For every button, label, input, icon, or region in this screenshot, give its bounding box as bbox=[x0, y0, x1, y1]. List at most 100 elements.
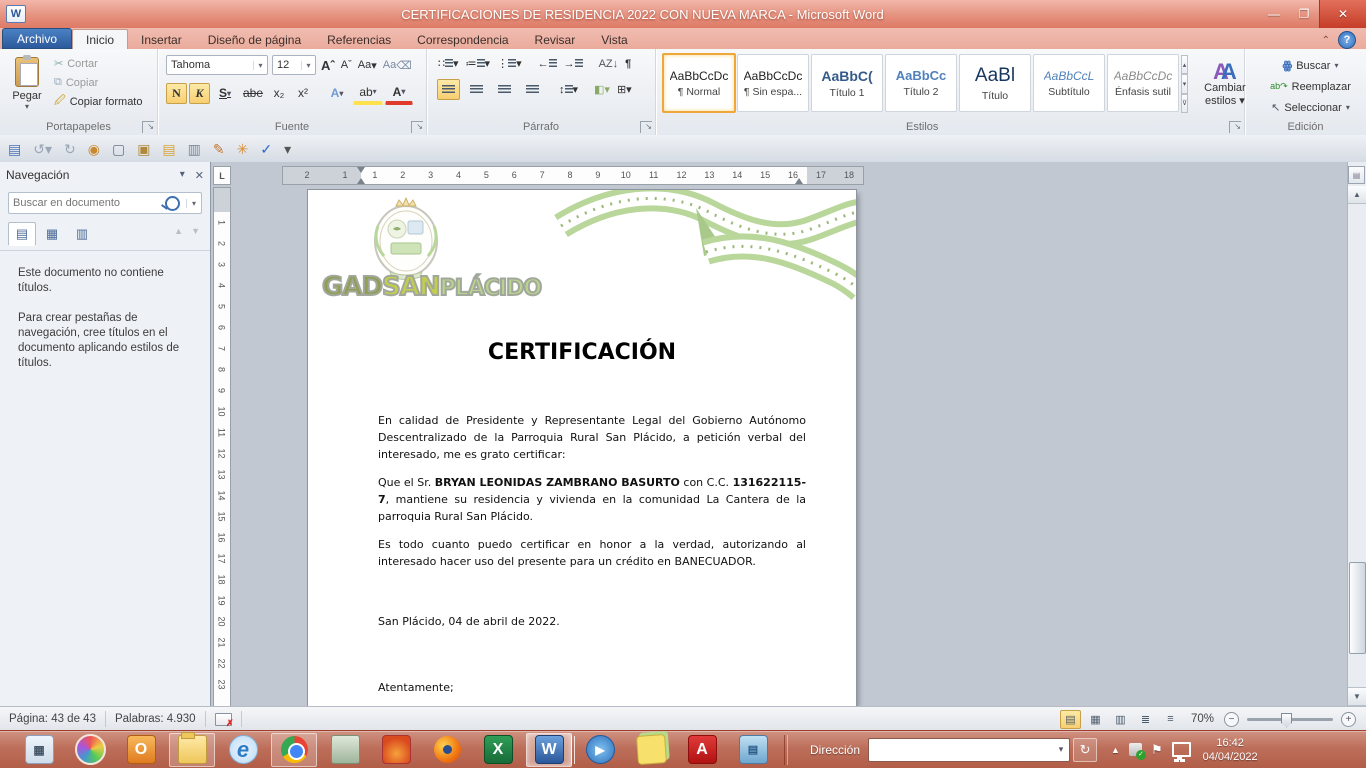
fullscreen-reading-view-button[interactable]: ▦ bbox=[1085, 710, 1106, 729]
ribbon-tab[interactable]: Referencias bbox=[314, 30, 404, 49]
save-button[interactable]: ▤ bbox=[8, 141, 21, 157]
multilevel-list-button[interactable]: ⋮▾ bbox=[496, 56, 523, 71]
bullets-button[interactable]: ∷▾ bbox=[437, 56, 460, 71]
usb-device-icon[interactable] bbox=[1129, 743, 1142, 756]
ribbon-tab[interactable]: Revisar bbox=[522, 30, 589, 49]
ruler-toggle-button[interactable]: ▤ bbox=[1348, 166, 1365, 184]
browse-results-tab[interactable]: ▥ bbox=[68, 222, 96, 246]
superscript-button[interactable]: x² bbox=[292, 83, 314, 104]
align-left-button[interactable] bbox=[437, 79, 460, 100]
excel-icon[interactable]: X bbox=[475, 733, 521, 767]
numbering-button[interactable]: ≔▾ bbox=[465, 56, 492, 71]
firefox-icon[interactable] bbox=[424, 733, 470, 767]
ribbon-tab[interactable]: Correspondencia bbox=[404, 30, 521, 49]
paint-icon[interactable] bbox=[67, 733, 113, 767]
change-case-button[interactable]: Aa▾ bbox=[357, 58, 378, 73]
scroll-down-icon[interactable]: ▼ bbox=[1348, 687, 1366, 706]
chrome-icon[interactable] bbox=[271, 733, 317, 767]
ribbon-tab[interactable]: Diseño de página bbox=[195, 30, 314, 49]
decrease-indent-button[interactable]: ← bbox=[537, 57, 558, 71]
open-button[interactable]: ▤ bbox=[162, 141, 175, 157]
style-subtitulo[interactable]: AaBbCcL Subtítulo bbox=[1033, 54, 1105, 112]
justify-button[interactable] bbox=[521, 79, 544, 100]
attach-file-button[interactable]: ▣ bbox=[137, 141, 150, 157]
browse-pages-tab[interactable]: ▦ bbox=[38, 222, 66, 246]
action-center-flag-icon[interactable]: ⚑ bbox=[1151, 742, 1163, 758]
style-enfasis-sutil[interactable]: AaBbCcDc Énfasis sutil bbox=[1107, 54, 1179, 112]
scrollbar-thumb[interactable] bbox=[1349, 562, 1366, 654]
spelling-grammar-button[interactable]: ✓ bbox=[260, 141, 272, 157]
shading-button[interactable]: ◧▾ bbox=[593, 82, 611, 97]
zoom-slider[interactable] bbox=[1247, 718, 1333, 721]
align-right-button[interactable] bbox=[493, 79, 516, 100]
new-document-button[interactable]: ▢ bbox=[112, 141, 125, 157]
styles-gallery-expand[interactable]: ⊽ bbox=[1181, 94, 1188, 113]
restore-button[interactable]: ❐ bbox=[1289, 0, 1319, 28]
copy-button[interactable]: ⧉Copiar bbox=[50, 73, 147, 92]
select-button[interactable]: ↖Seleccionar ▾ bbox=[1255, 97, 1366, 118]
red-a-app-icon[interactable]: A bbox=[679, 733, 725, 767]
right-indent-marker[interactable] bbox=[795, 178, 803, 184]
minimize-button[interactable]: — bbox=[1259, 0, 1289, 28]
highlight-color-button[interactable]: ab▾ bbox=[353, 81, 383, 105]
draft-view-button[interactable]: ≡ bbox=[1160, 710, 1181, 729]
font-color-button[interactable]: A▾ bbox=[385, 81, 413, 105]
italic-button[interactable]: K bbox=[189, 83, 210, 104]
style-titulo-1[interactable]: AaBbC( Título 1 bbox=[811, 54, 883, 112]
word-icon[interactable]: W bbox=[526, 733, 572, 767]
redo-button[interactable]: ↻ bbox=[64, 141, 76, 157]
font-family-combo[interactable]: Tahoma▾ bbox=[166, 55, 268, 75]
zoom-out-button[interactable]: − bbox=[1224, 712, 1239, 727]
document-body[interactable]: En calidad de Presidente y Representante… bbox=[378, 412, 806, 706]
web-layout-view-button[interactable]: ▥ bbox=[1110, 710, 1131, 729]
file-explorer-icon[interactable] bbox=[169, 733, 215, 767]
outline-view-button[interactable]: ≣ bbox=[1135, 710, 1156, 729]
address-input[interactable] bbox=[869, 744, 1053, 756]
horizontal-ruler[interactable]: 21 12345678910111213141516 1718 bbox=[282, 166, 864, 185]
close-button[interactable]: ✕ bbox=[1319, 0, 1366, 28]
ribbon-tab[interactable]: Vista bbox=[588, 30, 640, 49]
taskbar-clock[interactable]: 16:42 04/04/2022 bbox=[1203, 736, 1258, 764]
spell-check-status[interactable] bbox=[206, 711, 242, 727]
replace-button[interactable]: ab↷Reemplazar bbox=[1255, 76, 1366, 97]
document-search-box[interactable]: ▾ bbox=[8, 192, 202, 214]
paragraph-dialog-launcher[interactable]: ↘ bbox=[640, 121, 652, 133]
media-player-icon[interactable]: ▶ bbox=[577, 733, 623, 767]
word-count-indicator[interactable]: Palabras: 4.930 bbox=[106, 711, 206, 727]
line-spacing-button[interactable]: ↕▾ bbox=[558, 82, 579, 97]
browse-headings-tab[interactable]: ▤ bbox=[8, 222, 36, 246]
scroll-up-icon[interactable]: ▲ bbox=[1348, 186, 1366, 204]
print-preview-button[interactable]: ◉ bbox=[88, 141, 100, 157]
collapse-ribbon-icon[interactable]: ⌃ bbox=[1322, 35, 1330, 46]
print-layout-view-button[interactable]: ▤ bbox=[1060, 710, 1081, 729]
qat-more-button[interactable]: ▾ bbox=[284, 141, 291, 157]
search-icon[interactable] bbox=[165, 196, 180, 211]
show-marks-button[interactable]: ¶ bbox=[624, 57, 632, 71]
print-button[interactable]: ▥ bbox=[188, 141, 201, 157]
calculator-icon[interactable]: ▦ bbox=[16, 733, 62, 767]
borders-button[interactable]: ⊞▾ bbox=[616, 82, 633, 97]
font-dialog-launcher[interactable]: ↘ bbox=[411, 121, 423, 133]
zoom-in-button[interactable]: + bbox=[1341, 712, 1356, 727]
ribbon-tab[interactable]: Insertar bbox=[128, 30, 195, 49]
styles-scroll-up[interactable]: ▴ bbox=[1181, 55, 1188, 74]
edit-document-button[interactable]: ✎ bbox=[213, 141, 225, 157]
text-effects-button[interactable]: A▾ bbox=[323, 83, 351, 104]
strikethrough-button[interactable]: abe bbox=[240, 83, 266, 104]
style-normal[interactable]: AaBbCcDc ¶ Normal bbox=[662, 53, 736, 113]
zoom-level[interactable]: 70% bbox=[1191, 713, 1214, 725]
search-options-icon[interactable]: ▾ bbox=[186, 199, 201, 208]
page-indicator[interactable]: Página: 43 de 43 bbox=[0, 711, 106, 727]
favorites-button[interactable]: ✳ bbox=[237, 141, 249, 157]
search-input[interactable] bbox=[9, 197, 165, 209]
tab-archivo[interactable]: Archivo bbox=[2, 28, 72, 49]
address-combobox[interactable]: ▾ bbox=[868, 738, 1070, 762]
refresh-button[interactable]: ↻ bbox=[1073, 738, 1097, 762]
underline-button[interactable]: S▾ bbox=[212, 83, 238, 104]
document-page[interactable]: GADSANPLÁCIDO CERTIFICACIÓN En calidad d… bbox=[308, 190, 856, 706]
grow-font-button[interactable]: Aˆ bbox=[320, 57, 336, 74]
style-titulo[interactable]: AaBl Título bbox=[959, 54, 1031, 112]
nero-burning-icon[interactable] bbox=[373, 733, 419, 767]
vertical-ruler[interactable]: 1234567891011121314151617181920212223 bbox=[213, 187, 231, 706]
shrink-font-button[interactable]: Aˇ bbox=[340, 58, 353, 72]
